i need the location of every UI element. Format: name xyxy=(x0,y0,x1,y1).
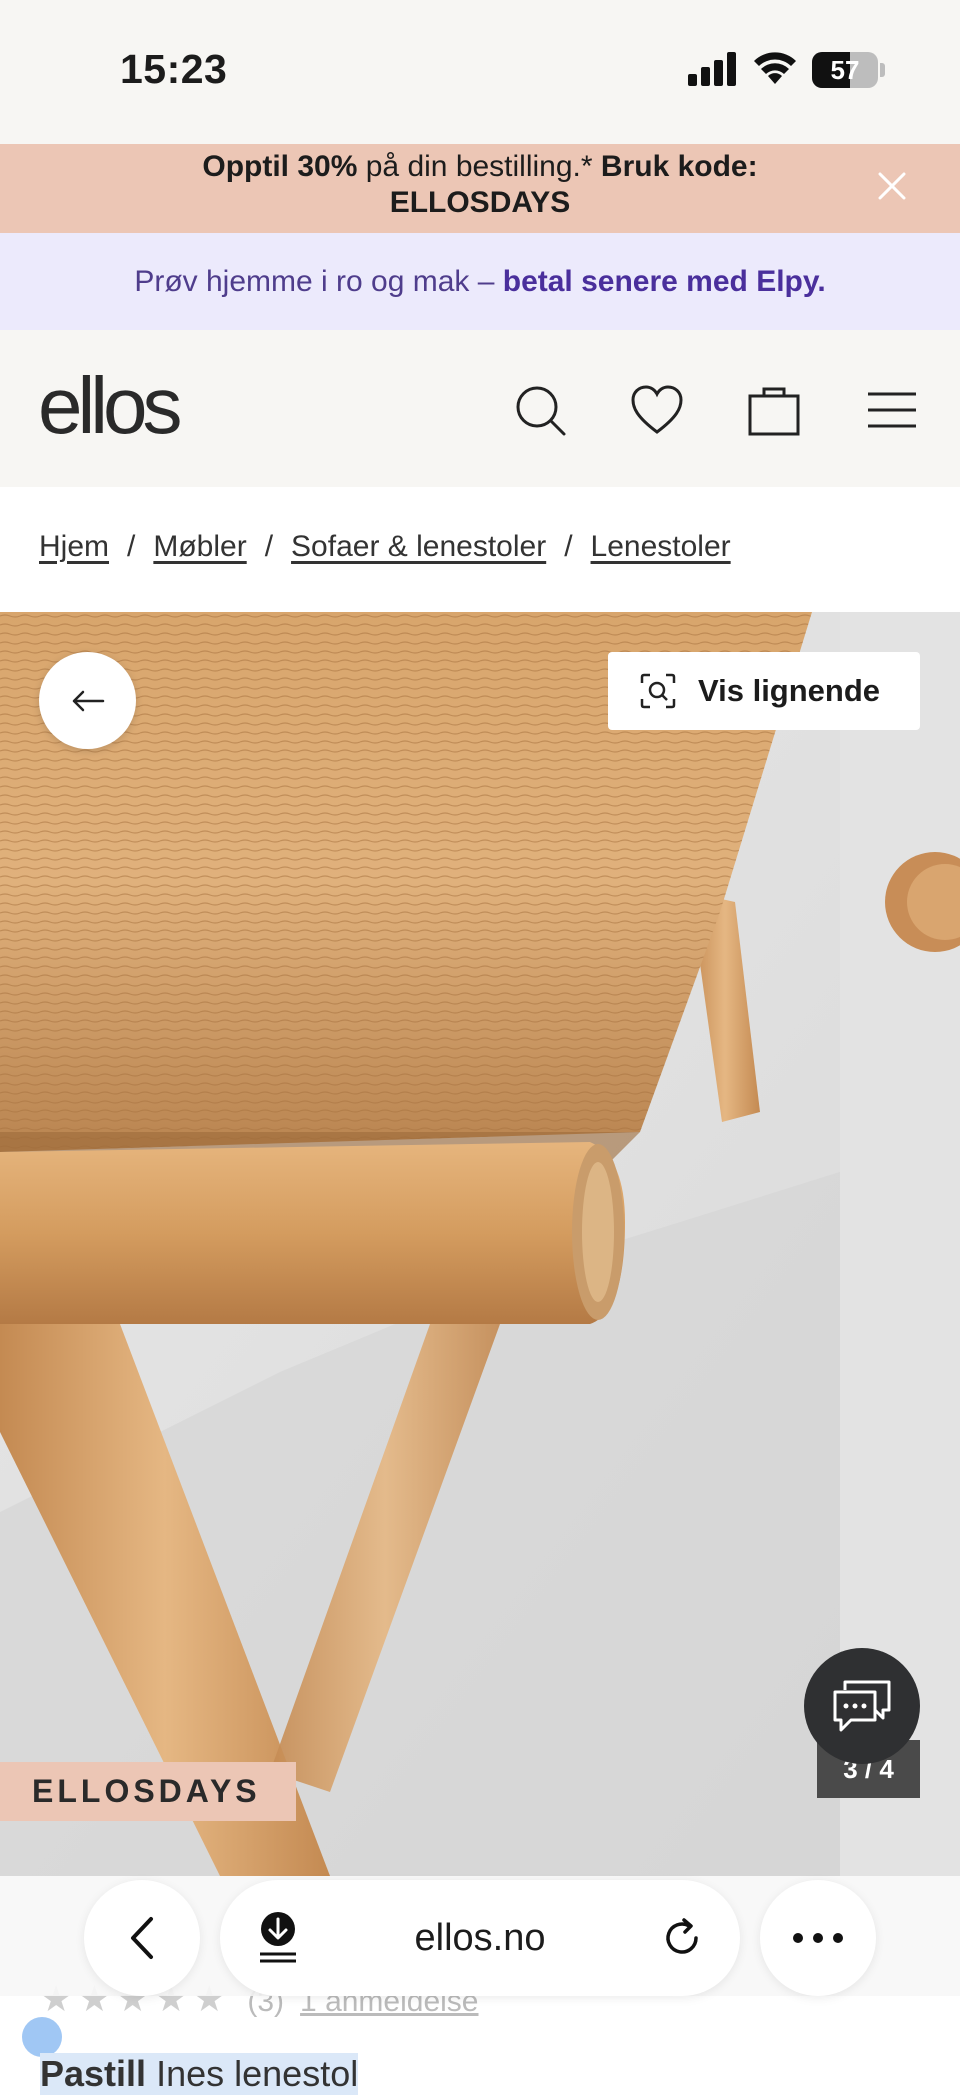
product-title: Pastill Ines lenestol xyxy=(40,2053,359,2095)
campaign-badge: ELLOSDAYS xyxy=(0,1762,296,1821)
signal-icon xyxy=(688,52,736,86)
chat-icon xyxy=(833,1680,891,1732)
chevron-left-icon xyxy=(131,1917,153,1959)
reload-icon[interactable] xyxy=(660,1916,704,1960)
breadcrumb-mobler[interactable]: Møbler xyxy=(153,530,246,563)
product-image-gallery[interactable]: Vis lignende ELLOSDAYS 3 / 4 xyxy=(0,612,960,1876)
promo-code: ELLOSDAYS xyxy=(389,186,571,219)
heart-icon[interactable] xyxy=(627,380,687,440)
search-icon[interactable] xyxy=(510,380,570,440)
arrow-left-icon xyxy=(72,690,104,711)
breadcrumb-sofaer[interactable]: Sofaer & lenestoler xyxy=(291,530,546,563)
product-name: Ines lenestol xyxy=(156,2053,359,2094)
visual-search-icon xyxy=(640,673,676,709)
breadcrumb-home[interactable]: Hjem xyxy=(39,530,109,563)
bag-icon[interactable] xyxy=(744,380,804,440)
breadcrumb-lenestoler[interactable]: Lenestoler xyxy=(591,530,731,563)
chat-button[interactable] xyxy=(804,1648,920,1764)
more-button[interactable] xyxy=(760,1880,876,1996)
elpy-banner[interactable]: Prøv hjemme i ro og mak – betal senere m… xyxy=(0,233,960,330)
back-button[interactable] xyxy=(39,652,136,749)
browser-back-button[interactable] xyxy=(84,1880,200,1996)
battery-icon: 57 xyxy=(812,52,878,88)
browser-toolbar: ellos.no xyxy=(0,1876,960,1996)
wifi-icon xyxy=(754,52,796,84)
promo-text: Opptil 30% på din bestilling.* Bruk kode… xyxy=(202,150,758,183)
product-brand: Pastill xyxy=(40,2053,147,2094)
address-bar[interactable]: ellos.no xyxy=(220,1880,740,1996)
selection-handle[interactable] xyxy=(22,2017,62,2057)
status-bar: 15:23 57 xyxy=(0,0,960,144)
clock: 15:23 xyxy=(120,46,228,92)
site-header: ellos xyxy=(0,330,960,487)
ellos-logo[interactable]: ellos xyxy=(38,360,183,452)
close-icon[interactable] xyxy=(872,166,912,206)
menu-icon[interactable] xyxy=(862,380,922,440)
ellipsis-icon xyxy=(793,1933,843,1943)
battery-level: 57 xyxy=(830,55,860,85)
promo-banner: Opptil 30% på din bestilling.* Bruk kode… xyxy=(0,144,960,233)
vis-lignende-button[interactable]: Vis lignende xyxy=(608,652,920,730)
breadcrumb: Hjem / Møbler / Sofaer & lenestoler / Lenestol… xyxy=(39,530,731,563)
